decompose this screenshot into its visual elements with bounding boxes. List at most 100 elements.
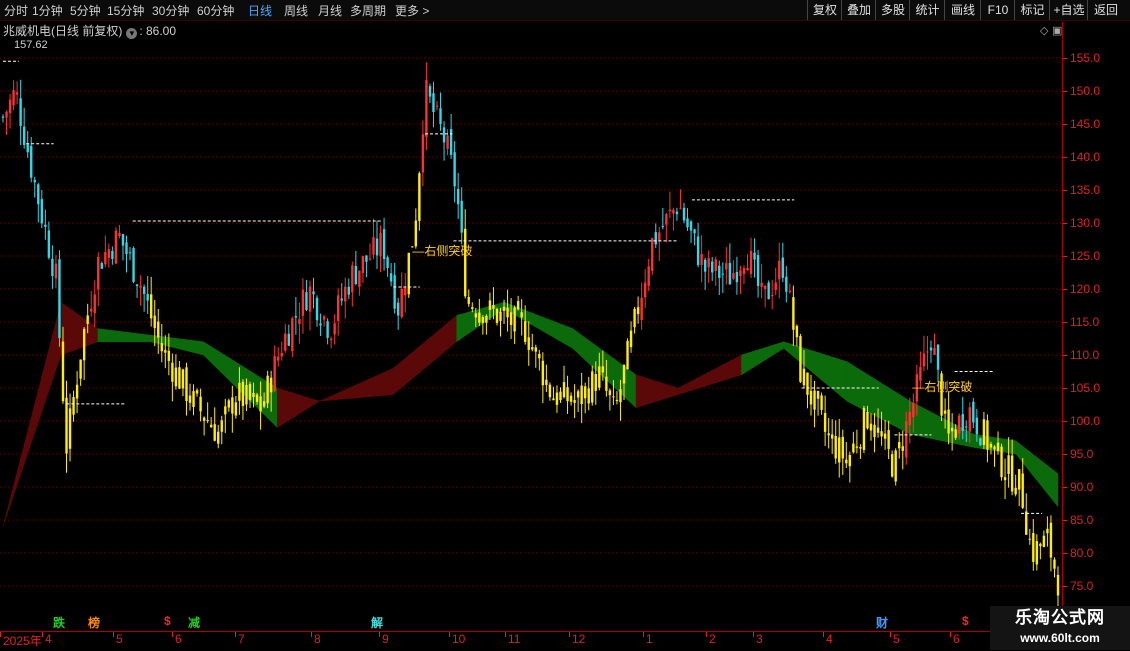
period-tab-15min[interactable]: 15分钟 [107, 2, 144, 19]
event-marker[interactable]: $ [962, 614, 969, 628]
candle-body [1003, 477, 1007, 481]
candle-body [82, 328, 86, 361]
candle-body [488, 300, 492, 310]
candle-body [365, 255, 368, 262]
candle-body [65, 397, 68, 454]
candle-body [358, 270, 361, 287]
candle-body [728, 262, 732, 285]
candle-body [1007, 455, 1010, 474]
candle-body [707, 257, 710, 268]
candle-body [305, 292, 308, 310]
candle-body [333, 323, 336, 335]
candle-body [418, 173, 421, 221]
candle-body [965, 426, 968, 428]
candle-body [972, 401, 975, 423]
mark-button[interactable]: 标记 [1014, 0, 1050, 20]
candle-body [1056, 574, 1060, 596]
candle-body [781, 257, 784, 278]
period-tab-1min[interactable]: 1分钟 [32, 2, 63, 19]
candle-body [224, 406, 227, 415]
candle-body [22, 126, 26, 145]
draw-line-button[interactable]: 画线 [944, 0, 981, 20]
period-tab-monthly[interactable]: 月线 [318, 2, 342, 19]
candle-body [220, 420, 223, 432]
event-marker[interactable]: 解 [371, 614, 383, 631]
candle-body [524, 321, 527, 342]
candle-body [583, 386, 587, 399]
candle-body [121, 234, 125, 246]
period-tab-5min[interactable]: 5分钟 [70, 2, 101, 19]
event-marker[interactable]: 财 [876, 614, 888, 631]
event-marker[interactable]: $ [164, 614, 171, 628]
event-marker[interactable]: 减 [188, 614, 200, 631]
back-button[interactable]: 返回 [1087, 0, 1124, 20]
candle-body [354, 265, 358, 285]
candle-body [986, 420, 989, 450]
x-tick-label: 12 [568, 632, 586, 646]
candle-body [672, 209, 675, 214]
candle-body [495, 308, 499, 323]
candle-body [721, 273, 724, 275]
multi-stock-button[interactable]: 多股 [875, 0, 910, 20]
candle-body [284, 333, 287, 351]
y-tick-label: 135.0 [1063, 183, 1100, 197]
adjust-button[interactable]: 复权 [807, 0, 842, 20]
y-tick-label: 125.0 [1063, 249, 1100, 263]
y-tick-label: 150.0 [1063, 84, 1100, 98]
candle-body [912, 402, 915, 418]
candle-body [545, 379, 548, 386]
candle-body [612, 396, 615, 398]
period-tab-fenshi[interactable]: 分时 [4, 2, 28, 19]
candle-body [368, 258, 372, 260]
candle-body [435, 105, 439, 107]
period-tab-60min[interactable]: 60分钟 [197, 2, 234, 19]
date-axis [0, 631, 1062, 651]
watermark: 乐淘公式网 www.60lt.com [990, 606, 1130, 650]
candle-body [876, 427, 880, 433]
candle-body [746, 267, 749, 271]
period-tab-weekly[interactable]: 周线 [284, 2, 308, 19]
candle-body [178, 367, 181, 389]
candle-body [742, 268, 746, 274]
candle-body [654, 232, 657, 245]
period-tab-daily[interactable]: 日线 [248, 2, 272, 19]
statistics-button[interactable]: 统计 [909, 0, 945, 20]
candle-body [629, 330, 633, 348]
event-marker[interactable]: 跌 [53, 614, 65, 631]
candle-body [79, 359, 82, 379]
overlay-button[interactable]: 叠加 [841, 0, 876, 20]
add-watchlist-button[interactable]: +自选 [1049, 0, 1088, 20]
candle-body [344, 286, 347, 302]
watermark-title: 乐淘公式网 [1015, 608, 1105, 627]
event-marker[interactable]: 榜 [88, 614, 100, 631]
f10-button[interactable]: F10 [980, 0, 1015, 20]
candle-body [651, 238, 654, 271]
candle-body [668, 209, 672, 212]
candle-body [1049, 522, 1053, 558]
candle-body [615, 399, 619, 401]
candle-body [696, 236, 700, 265]
candle-body [862, 407, 866, 450]
candle-body [689, 221, 693, 231]
ribbon-segment [635, 374, 679, 409]
candle-body [1, 116, 5, 118]
candle-body [763, 285, 767, 289]
candle-body [146, 293, 149, 301]
candle-body [548, 384, 552, 398]
candle-body [1035, 541, 1039, 565]
candle-body [890, 454, 894, 477]
period-tab-multi[interactable]: 多周期 [350, 2, 386, 19]
y-tick-label: 130.0 [1063, 216, 1100, 230]
candlestick-chart[interactable] [0, 20, 1062, 631]
candle-body [947, 409, 950, 434]
candle-body [157, 321, 160, 338]
candle-body [756, 255, 760, 286]
candle-body [471, 307, 474, 309]
ribbon-segment [319, 367, 394, 402]
candle-body [675, 211, 679, 215]
period-tab-30min[interactable]: 30分钟 [152, 2, 189, 19]
candle-body [605, 376, 608, 391]
more-menu[interactable]: 更多 > [395, 2, 429, 19]
candle-body [206, 420, 209, 422]
candle-body [802, 368, 806, 386]
